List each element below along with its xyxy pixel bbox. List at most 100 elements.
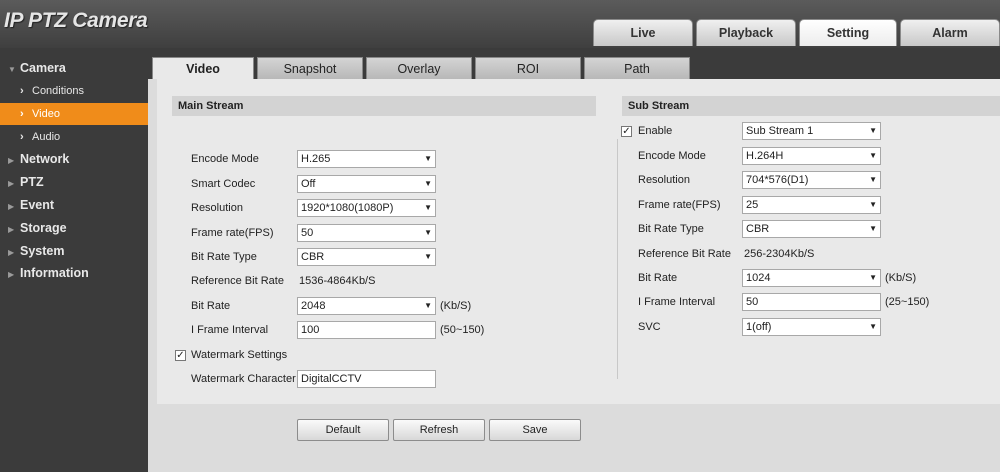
sub-encode-mode-label: Encode Mode	[638, 150, 706, 162]
subtab-overlay[interactable]: Overlay	[366, 57, 472, 79]
sub-stream-title: Sub Stream	[622, 96, 1000, 116]
sidebar-item-label: Conditions	[32, 85, 84, 97]
sub-svc-select[interactable]: 1(off) ▼	[742, 318, 881, 336]
sub-bit-rate-select[interactable]: 1024 ▼	[742, 269, 881, 287]
sub-enable-checkbox[interactable]: ✓	[621, 126, 632, 137]
sub-reference-bit-rate-label: Reference Bit Rate	[638, 248, 731, 260]
sub-frame-rate-label: Frame rate(FPS)	[638, 199, 721, 211]
main-bit-rate-label: Bit Rate	[191, 300, 231, 312]
sidebar-item-conditions[interactable]: › Conditions	[0, 80, 148, 102]
sidebar-item-storage[interactable]: ▶ Storage	[0, 217, 67, 239]
sidebar-item-label: Storage	[20, 221, 67, 235]
subtab-video[interactable]: Video	[152, 57, 254, 79]
sidebar-item-information[interactable]: ▶ Information	[0, 262, 89, 284]
chevron-right-icon: ›	[20, 85, 24, 97]
main-resolution-select[interactable]: 1920*1080(1080P) ▼	[297, 199, 436, 217]
sidebar-item-label: Information	[20, 266, 89, 280]
select-value: 25	[746, 199, 759, 211]
select-value: H.265	[301, 153, 331, 165]
sidebar-item-label: Audio	[32, 131, 61, 143]
sub-i-frame-interval-range: (25~150)	[885, 296, 930, 308]
main-resolution-label: Resolution	[191, 202, 243, 214]
sub-frame-rate-select[interactable]: 25 ▼	[742, 196, 881, 214]
watermark-settings-label: Watermark Settings	[191, 349, 288, 361]
refresh-button[interactable]: Refresh	[393, 419, 485, 441]
subtab-path[interactable]: Path	[584, 57, 690, 79]
main-smart-codec-label: Smart Codec	[191, 178, 256, 190]
select-value: Sub Stream 1	[746, 125, 814, 137]
main-reference-bit-rate-value: 1536-4864Kb/S	[299, 275, 376, 287]
dropdown-arrow-icon: ▼	[424, 252, 432, 261]
select-value: 1024	[746, 272, 771, 284]
tab-setting[interactable]: Setting	[799, 19, 897, 46]
main-smart-codec-select[interactable]: Off ▼	[297, 175, 436, 193]
default-button[interactable]: Default	[297, 419, 389, 441]
main-stream-title: Main Stream	[172, 96, 596, 116]
triangle-right-icon: ▶	[8, 179, 15, 188]
watermark-settings-checkbox[interactable]: ✓	[175, 350, 186, 361]
sub-bit-rate-type-select[interactable]: CBR ▼	[742, 220, 881, 238]
main-i-frame-interval-input[interactable]: 100	[297, 321, 436, 339]
tab-live[interactable]: Live	[593, 19, 693, 46]
select-value: 1920*1080(1080P)	[301, 202, 394, 214]
dropdown-arrow-icon: ▼	[424, 179, 432, 188]
main-bit-rate-type-select[interactable]: CBR ▼	[297, 248, 436, 266]
sidebar-item-event[interactable]: ▶ Event	[0, 194, 54, 216]
main-i-frame-interval-label: I Frame Interval	[191, 324, 269, 336]
tab-playback[interactable]: Playback	[696, 19, 796, 46]
dropdown-arrow-icon: ▼	[424, 228, 432, 237]
chevron-right-icon: ›	[20, 108, 24, 120]
select-value: H.264H	[746, 150, 784, 162]
sub-resolution-select[interactable]: 704*576(D1) ▼	[742, 171, 881, 189]
select-value: CBR	[746, 223, 770, 235]
dropdown-arrow-icon: ▼	[424, 301, 432, 310]
triangle-right-icon: ▶	[8, 248, 15, 257]
sub-stream-select[interactable]: Sub Stream 1 ▼	[742, 122, 881, 140]
select-value: 704*576(D1)	[746, 174, 809, 186]
dropdown-arrow-icon: ▼	[869, 273, 877, 282]
sidebar-item-camera[interactable]: ▼ Camera	[0, 57, 66, 79]
triangle-right-icon: ▶	[8, 202, 15, 211]
tab-alarm[interactable]: Alarm	[900, 19, 1000, 46]
sidebar-item-label: System	[20, 244, 65, 258]
sidebar-item-label: Camera	[20, 61, 66, 75]
select-value: Off	[301, 178, 316, 190]
sidebar-item-network[interactable]: ▶ Network	[0, 148, 69, 170]
subtab-snapshot[interactable]: Snapshot	[257, 57, 363, 79]
sub-encode-mode-select[interactable]: H.264H ▼	[742, 147, 881, 165]
save-button[interactable]: Save	[489, 419, 581, 441]
sub-bit-rate-type-label: Bit Rate Type	[638, 223, 704, 235]
sub-bit-rate-unit: (Kb/S)	[885, 272, 917, 284]
watermark-character-input[interactable]: DigitalCCTV	[297, 370, 436, 388]
triangle-right-icon: ▶	[8, 225, 15, 234]
sidebar-item-video[interactable]: › Video	[0, 103, 148, 125]
video-settings-panel: Main Stream Encode Mode H.265 ▼ Smart Cod…	[157, 79, 1000, 404]
sidebar-item-label: Network	[20, 152, 70, 166]
main-frame-rate-select[interactable]: 50 ▼	[297, 224, 436, 242]
sidebar-item-label: Event	[20, 198, 55, 212]
sidebar-item-ptz[interactable]: ▶ PTZ	[0, 171, 44, 193]
main-encode-mode-select[interactable]: H.265 ▼	[297, 150, 436, 168]
select-value: 50	[301, 227, 314, 239]
sidebar-item-label: Video	[32, 108, 60, 120]
app-header: IP PTZ Camera Live Playback Setting Alar…	[0, 0, 1000, 48]
dropdown-arrow-icon: ▼	[869, 151, 877, 160]
dropdown-arrow-icon: ▼	[424, 154, 432, 163]
stream-divider	[617, 139, 618, 379]
sub-i-frame-interval-label: I Frame Interval	[638, 296, 716, 308]
subtab-roi[interactable]: ROI	[475, 57, 581, 79]
sub-enable-label: Enable	[638, 125, 673, 137]
sub-i-frame-interval-input[interactable]: 50	[742, 293, 881, 311]
sidebar-item-system[interactable]: ▶ System	[0, 240, 64, 262]
sidebar-item-audio[interactable]: › Audio	[0, 126, 148, 148]
main-bit-rate-unit: (Kb/S)	[440, 300, 472, 312]
triangle-down-icon: ▼	[8, 65, 16, 74]
app-logo: IP PTZ Camera	[4, 9, 148, 32]
dropdown-arrow-icon: ▼	[869, 175, 877, 184]
select-value: CBR	[301, 251, 325, 263]
sub-resolution-label: Resolution	[638, 174, 690, 186]
sidebar: ▼ Camera › Conditions › Video › Audio ▶ Netwo…	[0, 48, 148, 472]
main-encode-mode-label: Encode Mode	[191, 153, 259, 165]
main-bit-rate-select[interactable]: 2048 ▼	[297, 297, 436, 315]
sub-svc-label: SVC	[638, 321, 661, 333]
